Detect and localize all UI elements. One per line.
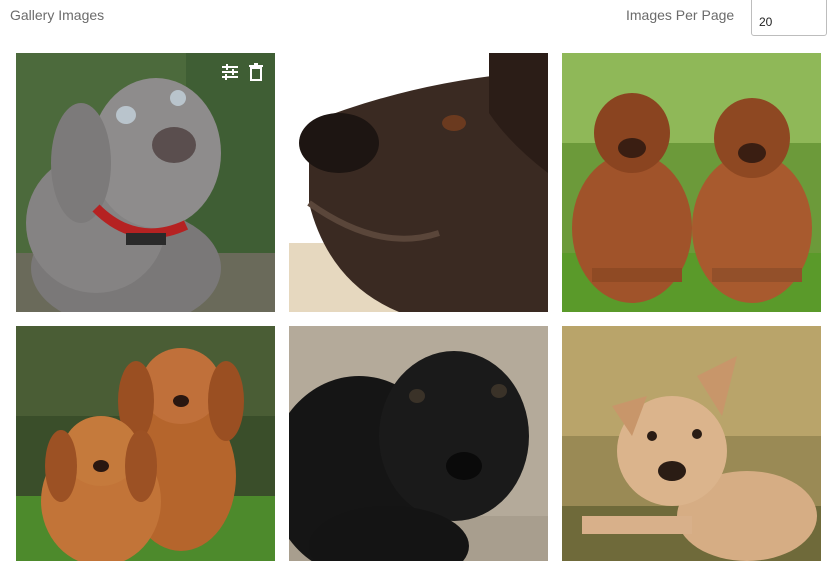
gallery-image[interactable] <box>562 326 821 561</box>
dog-photo <box>562 53 821 312</box>
gallery-image[interactable] <box>289 326 548 561</box>
dog-photo <box>289 53 548 312</box>
dog-photo <box>16 326 275 561</box>
dog-photo <box>16 53 275 312</box>
dog-photo <box>562 326 821 561</box>
gallery-image[interactable] <box>16 53 275 312</box>
gallery-image[interactable] <box>562 53 821 312</box>
images-per-page-input[interactable] <box>751 0 827 36</box>
gallery-title: Gallery Images <box>10 7 105 23</box>
gallery-image[interactable] <box>16 326 275 561</box>
images-per-page-label: Images Per Page <box>626 7 735 23</box>
adjust-icon[interactable] <box>221 63 239 81</box>
trash-icon[interactable] <box>247 63 265 81</box>
gallery-image[interactable] <box>289 53 548 312</box>
dog-photo <box>289 326 548 561</box>
